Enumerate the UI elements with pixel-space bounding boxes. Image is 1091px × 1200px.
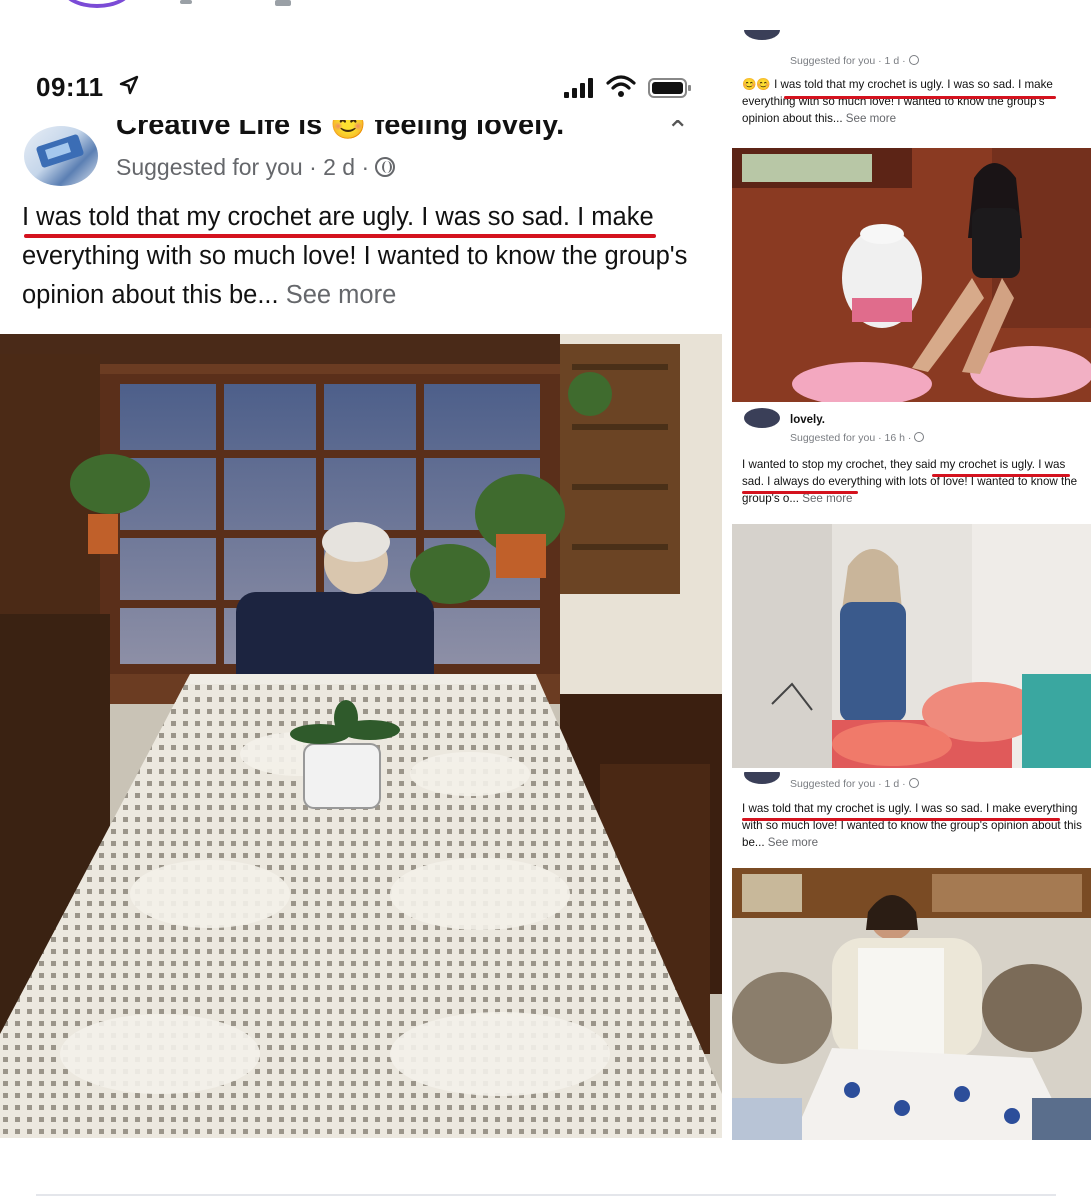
battery-icon: [648, 78, 691, 98]
side-post: lovely. Suggested for you · 16 h · I wan…: [732, 408, 1091, 768]
side-post: Suggested for you · 1 d · I was told tha…: [732, 772, 1091, 1140]
post-body: I was told that my crochet is ugly. I wa…: [742, 800, 1084, 851]
post-photo[interactable]: [732, 524, 1091, 768]
location-arrow-icon: [119, 75, 139, 95]
photo-woman-baskets: [732, 524, 1091, 768]
post-meta: Suggested for you · 1 d ·: [790, 778, 919, 790]
status-bar: 09:11: [0, 48, 722, 128]
see-more-link[interactable]: See more: [846, 112, 896, 125]
cropped-avatar: [62, 0, 132, 8]
bottom-divider: [36, 1194, 1056, 1196]
post-photo[interactable]: [732, 148, 1091, 402]
previous-post-crop: [0, 0, 1091, 14]
post-meta: Suggested for you · 1 d ·: [790, 55, 919, 67]
side-post: Suggested for you · 1 d · 😊😊 I was told …: [732, 30, 1091, 402]
signal-icon: [564, 78, 593, 98]
group-avatar[interactable]: [24, 126, 98, 186]
main-post-screenshot: 09:11 Creative Life is 😊 feeling lovely.…: [0, 48, 722, 1138]
post-meta-text: Suggested for you · 1 d ·: [790, 778, 906, 790]
highlight-underline: [784, 96, 1056, 99]
post-body-text: I wanted to stop my crochet, they said m…: [742, 458, 1078, 505]
photo-woman-crochet-rug: [732, 148, 1091, 402]
highlight-underline: [932, 474, 1070, 477]
post-meta-text: Suggested for you · 2 d ·: [116, 154, 370, 180]
avatar: [744, 30, 780, 40]
cropped-icon: [275, 0, 291, 6]
post-body: 😊😊 I was told that my crochet is ugly. I…: [742, 76, 1084, 127]
post-body-text: 😊😊 I was told that my crochet is ugly. I…: [742, 78, 1053, 125]
highlight-underline: [742, 491, 858, 494]
status-time: 09:11: [36, 72, 104, 102]
highlight-underline: [742, 818, 1060, 821]
post-photo[interactable]: [732, 868, 1091, 1140]
post-meta: Suggested for you · 16 h ·: [790, 432, 925, 444]
post-meta-text: Suggested for you · 1 d ·: [790, 55, 906, 67]
cropped-icon: [180, 0, 192, 4]
globe-icon: [908, 778, 919, 788]
post-meta-text: Suggested for you · 16 h ·: [790, 432, 912, 444]
see-more-link[interactable]: See more: [286, 281, 397, 309]
post-author[interactable]: lovely.: [790, 414, 825, 426]
post-photo[interactable]: [0, 334, 722, 1138]
wifi-icon: [606, 75, 636, 97]
avatar: [744, 772, 780, 784]
collapse-chevron-icon[interactable]: ⌃: [666, 120, 689, 147]
see-more-link[interactable]: See more: [768, 836, 818, 849]
avatar: [744, 408, 780, 428]
post-author-title[interactable]: Creative Life is 😊 feeling lovely.: [116, 120, 564, 142]
post-meta: Suggested for you · 2 d ·: [116, 154, 396, 181]
post-body: I wanted to stop my crochet, they said m…: [742, 456, 1084, 507]
photo-woman-crochet-blanket: [732, 868, 1091, 1140]
highlight-underline: [24, 234, 656, 238]
post-body: I was told that my crochet are ugly. I w…: [22, 198, 712, 315]
globe-icon: [914, 432, 925, 442]
globe-icon: [375, 157, 396, 177]
globe-icon: [908, 55, 919, 65]
side-posts-collage: Suggested for you · 1 d · 😊😊 I was told …: [732, 30, 1091, 1140]
post-header: Creative Life is 😊 feeling lovely. ⌃ Sug…: [0, 120, 722, 190]
photo-dining-room: [0, 334, 722, 1138]
